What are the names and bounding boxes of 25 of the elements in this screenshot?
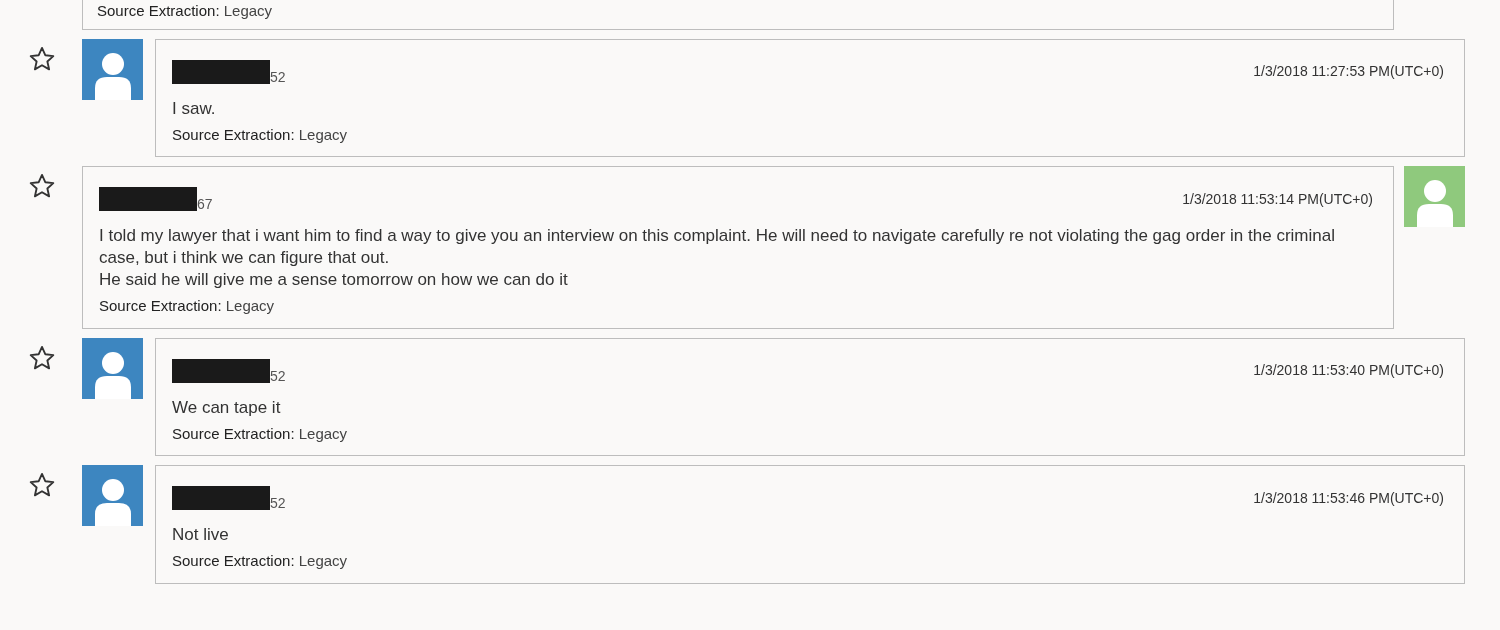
sender-number: 52 bbox=[270, 69, 286, 84]
source-extraction-text: Source Extraction: Legacy bbox=[99, 296, 276, 316]
message-timestamp: 1/3/2018 11:27:53 PM(UTC+0) bbox=[1253, 62, 1444, 81]
sender-number: 52 bbox=[270, 496, 286, 510]
source-extraction-text: Source Extraction: Legacy bbox=[172, 423, 349, 444]
message-text: Not live bbox=[172, 524, 230, 546]
avatar-icon bbox=[82, 465, 143, 526]
message-text: We can tape it bbox=[172, 396, 282, 419]
avatar-icon bbox=[82, 337, 143, 399]
source-extraction-text: Source Extraction: Legacy bbox=[97, 1, 274, 21]
message-timestamp: 1/3/2018 11:53:40 PM(UTC+0) bbox=[1253, 361, 1444, 380]
message-timestamp: 1/3/2018 11:53:46 PM(UTC+0) bbox=[1253, 488, 1444, 508]
message-text: I saw. bbox=[172, 97, 217, 120]
message-timestamp: 1/3/2018 11:53:14 PM(UTC+0) bbox=[1182, 189, 1373, 209]
avatar-icon bbox=[1404, 166, 1465, 227]
source-extraction-text: Source Extraction: Legacy bbox=[172, 124, 349, 145]
sender-number: 67 bbox=[197, 197, 213, 211]
star-icon[interactable] bbox=[28, 44, 56, 73]
source-extraction-text: Source Extraction: Legacy bbox=[172, 551, 349, 571]
star-icon[interactable] bbox=[28, 343, 56, 372]
sender-number: 52 bbox=[270, 368, 286, 383]
avatar-icon bbox=[82, 38, 143, 100]
star-icon[interactable] bbox=[28, 471, 56, 499]
message-text: I told my lawyer that i want him to find a way to give you an interview on this complaint. He will need to navigate carefully re not violating the gag order in the criminal case, but i think we can figure that out. He said he will give me a sense tomorrow on how we can do it bbox=[99, 225, 1336, 291]
star-icon[interactable] bbox=[28, 172, 56, 200]
